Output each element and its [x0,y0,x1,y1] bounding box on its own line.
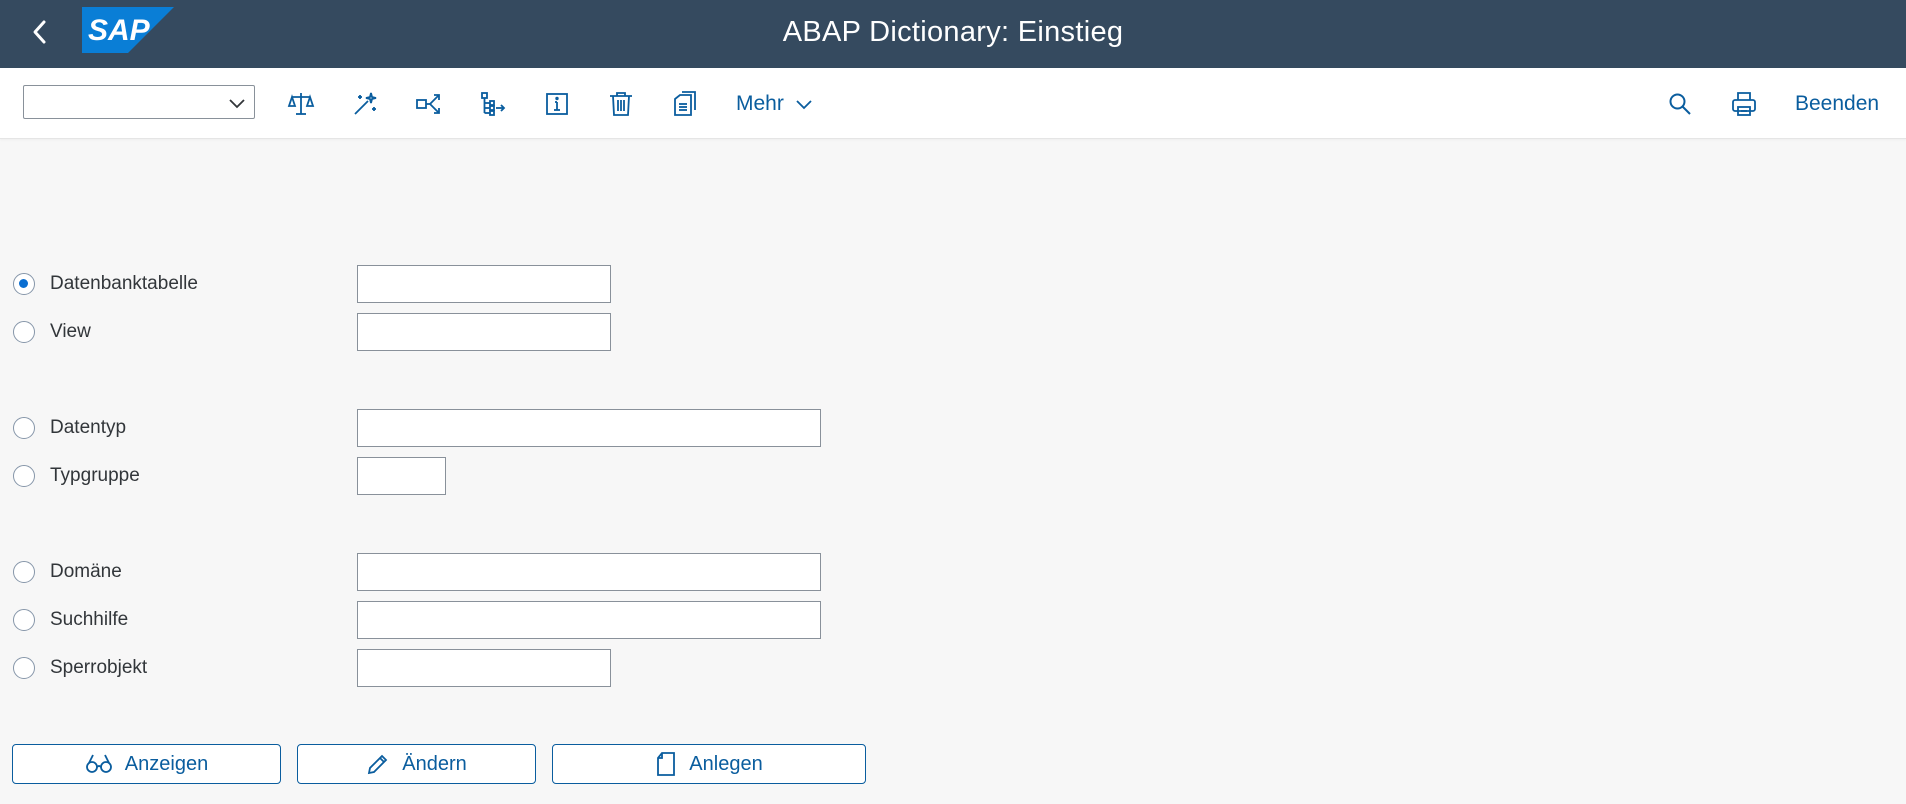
where-used-icon [416,94,440,114]
change-button[interactable]: Ändern [297,744,536,784]
radio-sperrobjekt[interactable] [13,657,35,679]
compare-button[interactable] [286,89,316,119]
label-domaene: Domäne [50,561,122,582]
radio-domaene[interactable] [13,561,35,583]
print-icon [1732,92,1756,116]
input-domaene[interactable] [357,553,821,591]
page-title: ABAP Dictionary: Einstieg [782,16,1124,48]
label-suchhilfe: Suchhilfe [50,609,129,630]
hierarchy-icon [481,92,506,116]
copy-button[interactable] [670,89,700,119]
compare-icon [287,93,315,115]
print-button[interactable] [1729,89,1759,119]
more-button[interactable]: Mehr [736,88,814,120]
search-icon [1669,93,1691,115]
delete-button[interactable] [606,89,636,119]
label-view: View [50,321,91,342]
where-used-button[interactable] [414,89,444,119]
input-view[interactable] [357,313,611,351]
glasses-icon [85,754,112,773]
change-label: Ändern [402,752,467,775]
chevron-down-icon [229,99,245,109]
application-toolbar: Mehr Beenden [0,68,1906,139]
copy-icon [674,91,696,116]
more-label: Mehr [736,92,784,115]
radio-datentyp[interactable] [13,417,35,439]
create-button[interactable]: Anlegen [552,744,866,784]
input-suchhilfe[interactable] [357,601,821,639]
input-typgruppe[interactable] [357,457,446,495]
search-button[interactable] [1665,89,1695,119]
chevron-down-icon [796,100,812,110]
new-document-icon [657,752,676,776]
wizard-button[interactable] [350,89,380,119]
chevron-left-icon [33,20,46,44]
exit-button[interactable]: Beenden [1795,88,1879,120]
info-button[interactable] [542,89,572,119]
hierarchy-button[interactable] [478,89,508,119]
create-label: Anlegen [689,752,763,775]
input-datenbanktabelle[interactable] [357,265,611,303]
input-datentyp[interactable] [357,409,821,447]
radio-typgruppe[interactable] [13,465,35,487]
label-sperrobjekt: Sperrobjekt [50,657,148,678]
pencil-icon [368,754,388,775]
radio-view[interactable] [13,321,35,343]
wizard-icon [354,92,377,115]
label-typgruppe: Typgruppe [50,465,140,486]
label-datenbanktabelle: Datenbanktabelle [50,273,198,294]
display-button[interactable]: Anzeigen [12,744,281,784]
radio-suchhilfe[interactable] [13,609,35,631]
radio-datenbanktabelle[interactable] [13,273,35,295]
delete-icon [610,92,632,116]
input-sperrobjekt[interactable] [357,649,611,687]
sap-logo: SAP [82,7,174,53]
command-field[interactable] [23,85,255,119]
display-label: Anzeigen [124,752,209,775]
back-button[interactable] [22,14,58,50]
svg-text:SAP: SAP [88,14,151,47]
label-datentyp: Datentyp [50,417,127,438]
info-icon [546,93,568,115]
shell-bar: SAP ABAP Dictionary: Einstieg [0,0,1906,68]
